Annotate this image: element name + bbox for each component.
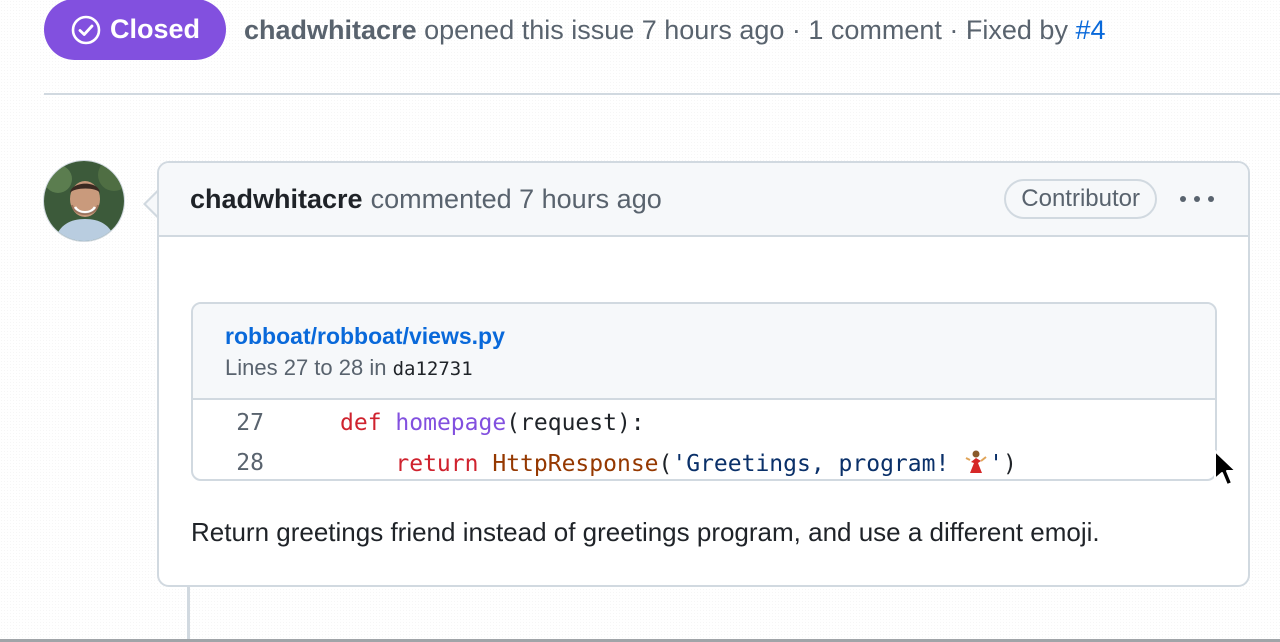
dancer-emoji [963,449,989,475]
code-string-close: ' [989,451,1004,477]
code-line: 28 return HttpResponse('Greetings, progr… [193,443,1215,479]
mouse-cursor-icon [1213,449,1239,489]
code-body: 27 def homepage(request): 28 return Http… [193,400,1215,479]
kebab-horizontal-icon [1180,196,1214,202]
snippet-file-link[interactable]: robboat/robboat/views.py [225,321,1183,351]
code-string: 'Greetings, program! [672,451,964,477]
code-keyword: return [395,451,479,477]
snippet-line-range-text: Lines 27 to 28 in [225,355,387,380]
issue-author-link[interactable]: chadwhitacre [244,15,417,45]
comment-header: chadwhitacre commented 7 hours ago Contr… [159,163,1248,237]
header-divider [44,93,1280,95]
line-source: def homepage(request): [264,410,645,436]
issue-header: Closed chadwhitacre opened this issue 7 … [44,0,1106,61]
contributor-badge: Contributor [1004,179,1157,219]
comment-timestamp[interactable]: commented 7 hours ago [371,184,662,215]
snippet-header: robboat/robboat/views.py Lines 27 to 28 … [193,304,1215,400]
code-rest: (request): [506,410,645,436]
comment-options-button[interactable] [1177,179,1217,219]
comment-card: chadwhitacre commented 7 hours ago Contr… [157,161,1250,587]
fixed-by-pr-link[interactable]: #4 [1075,15,1105,45]
line-number[interactable]: 27 [193,410,264,436]
code-paren-close: ) [1003,451,1017,477]
issue-meta-text: opened this issue 7 hours ago · 1 commen… [424,15,1068,45]
commenter-avatar[interactable] [43,160,125,242]
timeline-line [187,586,190,642]
code-line: 27 def homepage(request): [193,403,1215,443]
comment-author-link[interactable]: chadwhitacre [190,184,363,215]
line-source: return HttpResponse('Greetings, program!… [264,449,1017,477]
code-snippet-embed: robboat/robboat/views.py Lines 27 to 28 … [191,302,1217,481]
line-number[interactable]: 28 [193,450,264,476]
snippet-commit-sha[interactable]: da12731 [393,358,473,380]
issue-meta: chadwhitacre opened this issue 7 hours a… [244,15,1105,46]
comment-body: Return greetings friend instead of greet… [191,517,1100,547]
issue-state-label: Closed [110,14,201,44]
issue-state-badge: Closed [44,0,227,60]
code-function: HttpResponse [492,451,659,477]
code-function: homepage [395,410,507,436]
code-keyword: def [340,410,382,436]
code-paren: ( [658,451,673,477]
check-circle-icon [70,14,102,46]
snippet-line-range: Lines 27 to 28 in da12731 [225,353,1183,384]
